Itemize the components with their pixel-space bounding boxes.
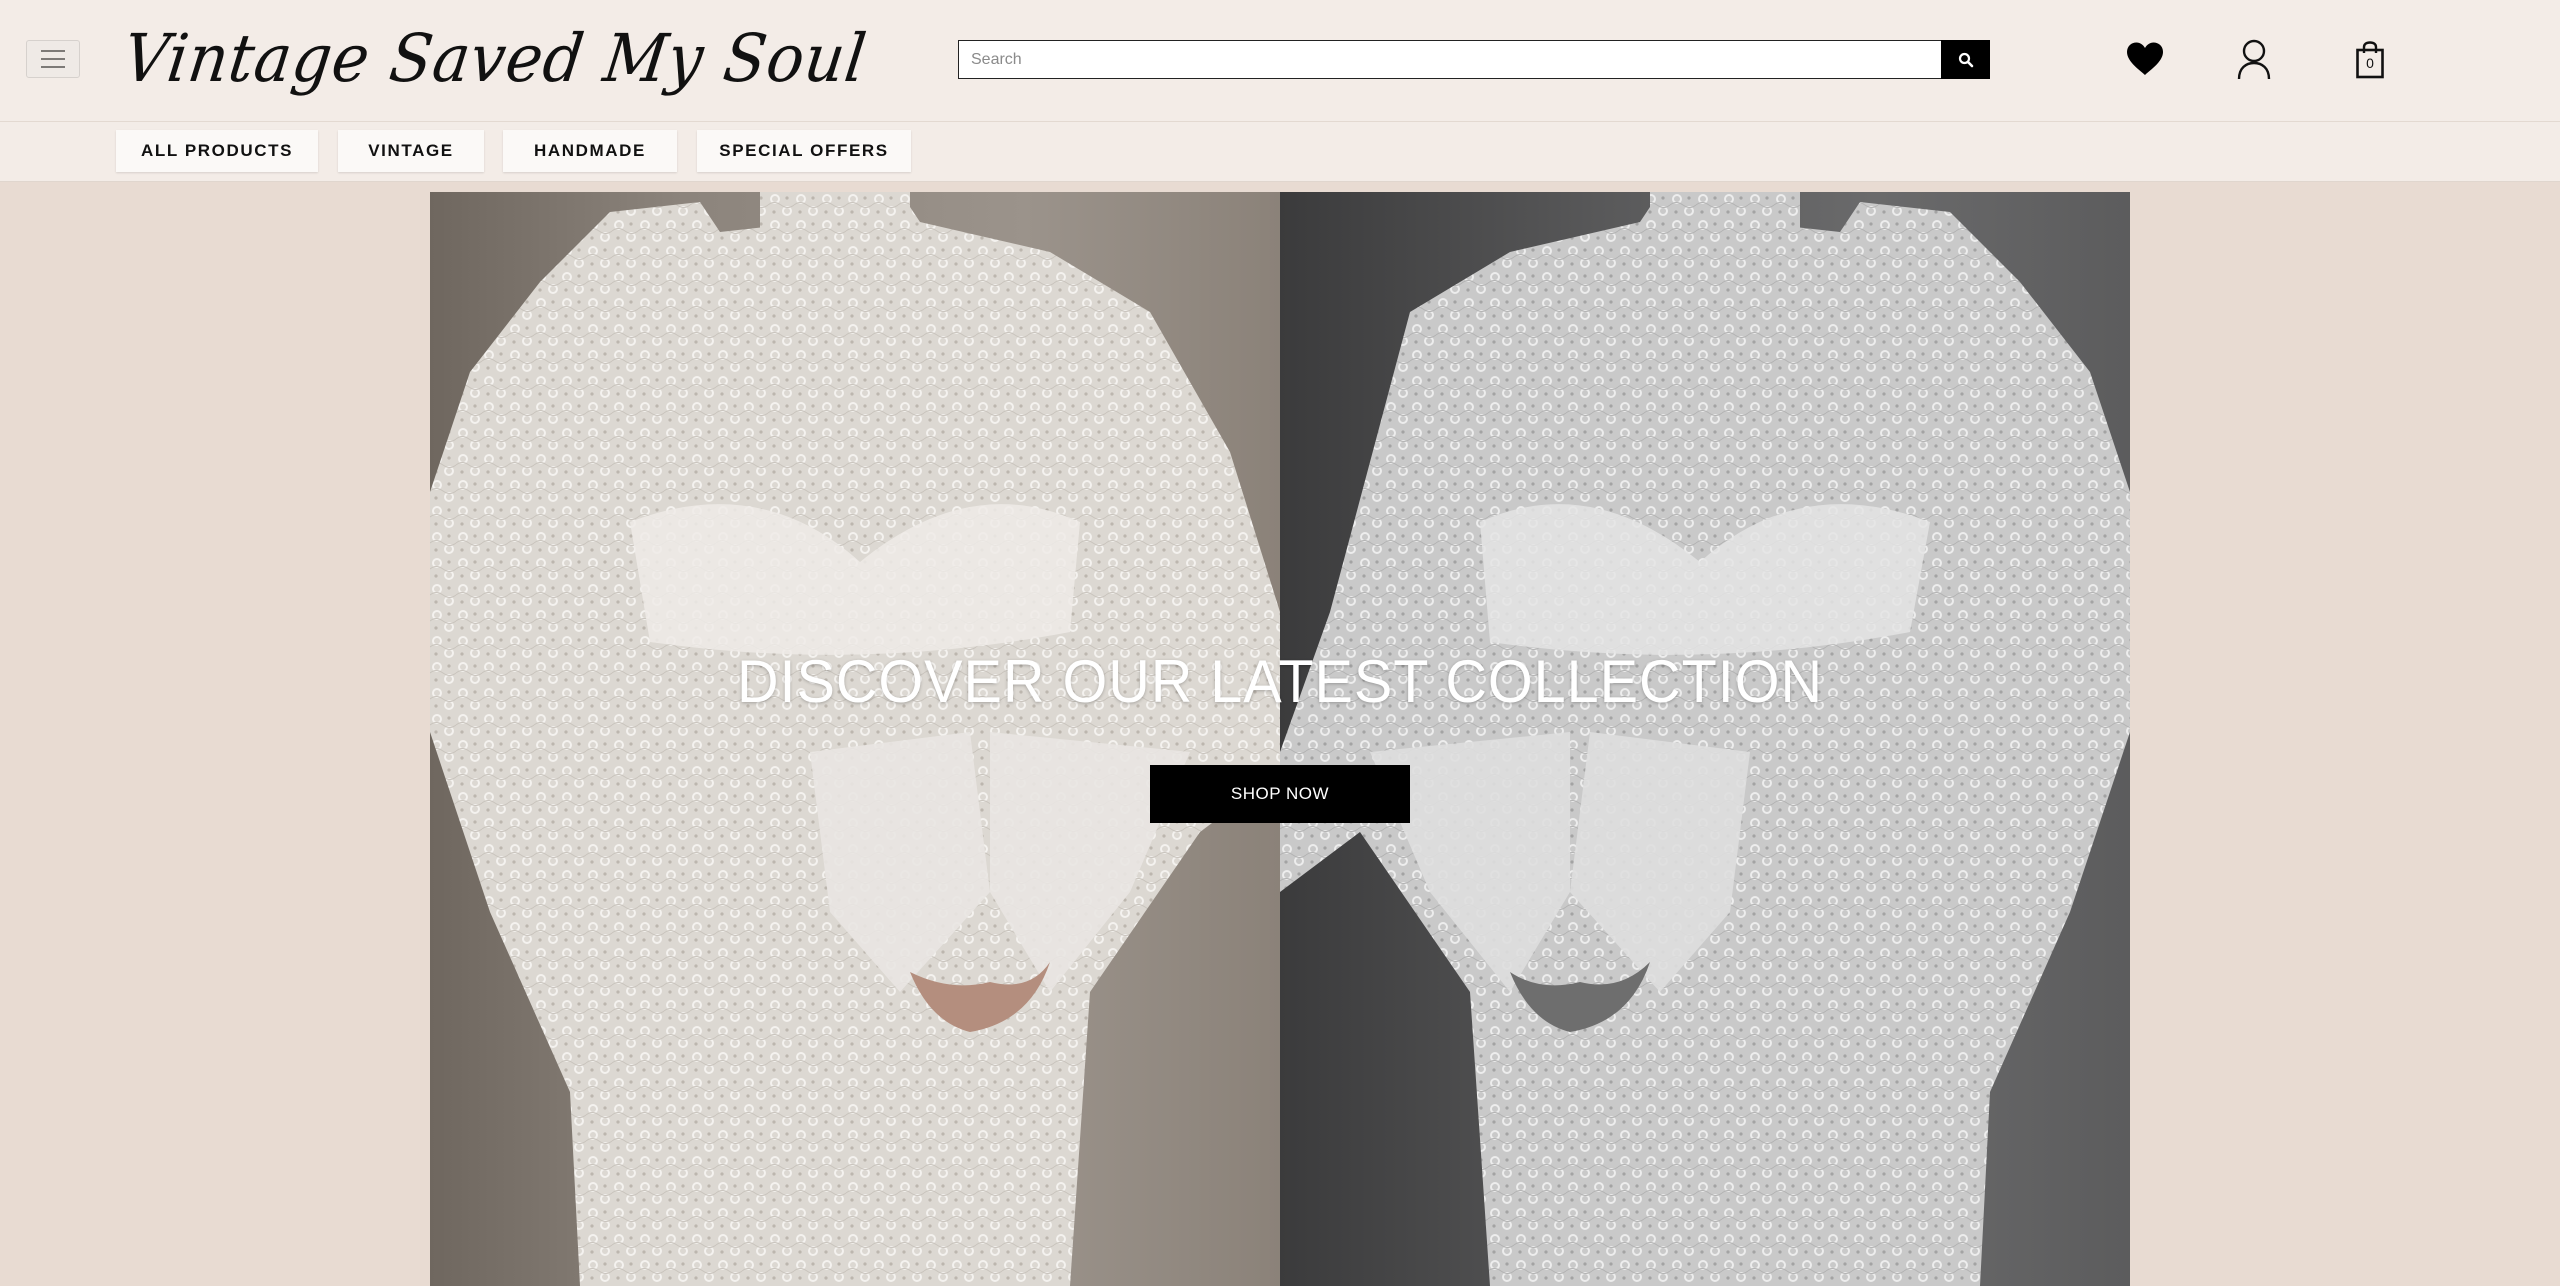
search-input[interactable] (958, 40, 1941, 79)
nav-item-all-products[interactable]: ALL PRODUCTS (116, 130, 318, 172)
nav-item-special-offers[interactable]: SPECIAL OFFERS (697, 130, 911, 172)
hero-image-right (1280, 192, 2130, 1286)
nav-item-handmade[interactable]: HANDMADE (503, 130, 677, 172)
hamburger-icon (41, 50, 65, 52)
search-bar (958, 40, 1990, 79)
site-logo[interactable]: Vintage Saved My Soul (119, 14, 871, 104)
site-header: Vintage Saved My Soul 0 (0, 0, 2560, 122)
wishlist-button[interactable] (2124, 38, 2166, 80)
cart-button[interactable]: 0 (2350, 38, 2390, 82)
shop-now-button[interactable]: SHOP NOW (1150, 765, 1410, 823)
menu-button[interactable] (26, 40, 80, 78)
user-icon (2237, 39, 2271, 80)
cart-count-badge: 0 (2366, 55, 2374, 71)
account-button[interactable] (2232, 36, 2276, 82)
main-navigation: ALL PRODUCTS VINTAGE HANDMADE SPECIAL OF… (0, 122, 2560, 182)
hero-banner: DISCOVER OUR LATEST COLLECTION SHOP NOW (430, 192, 2130, 1286)
search-icon (1958, 52, 1973, 67)
hero-title: DISCOVER OUR LATEST COLLECTION (736, 648, 1824, 715)
nav-item-vintage[interactable]: VINTAGE (338, 130, 484, 172)
heart-icon (2127, 42, 2163, 75)
logo-text: Vintage Saved My Soul (119, 20, 872, 97)
hero-image-left (430, 192, 1280, 1286)
search-button[interactable] (1941, 40, 1990, 79)
